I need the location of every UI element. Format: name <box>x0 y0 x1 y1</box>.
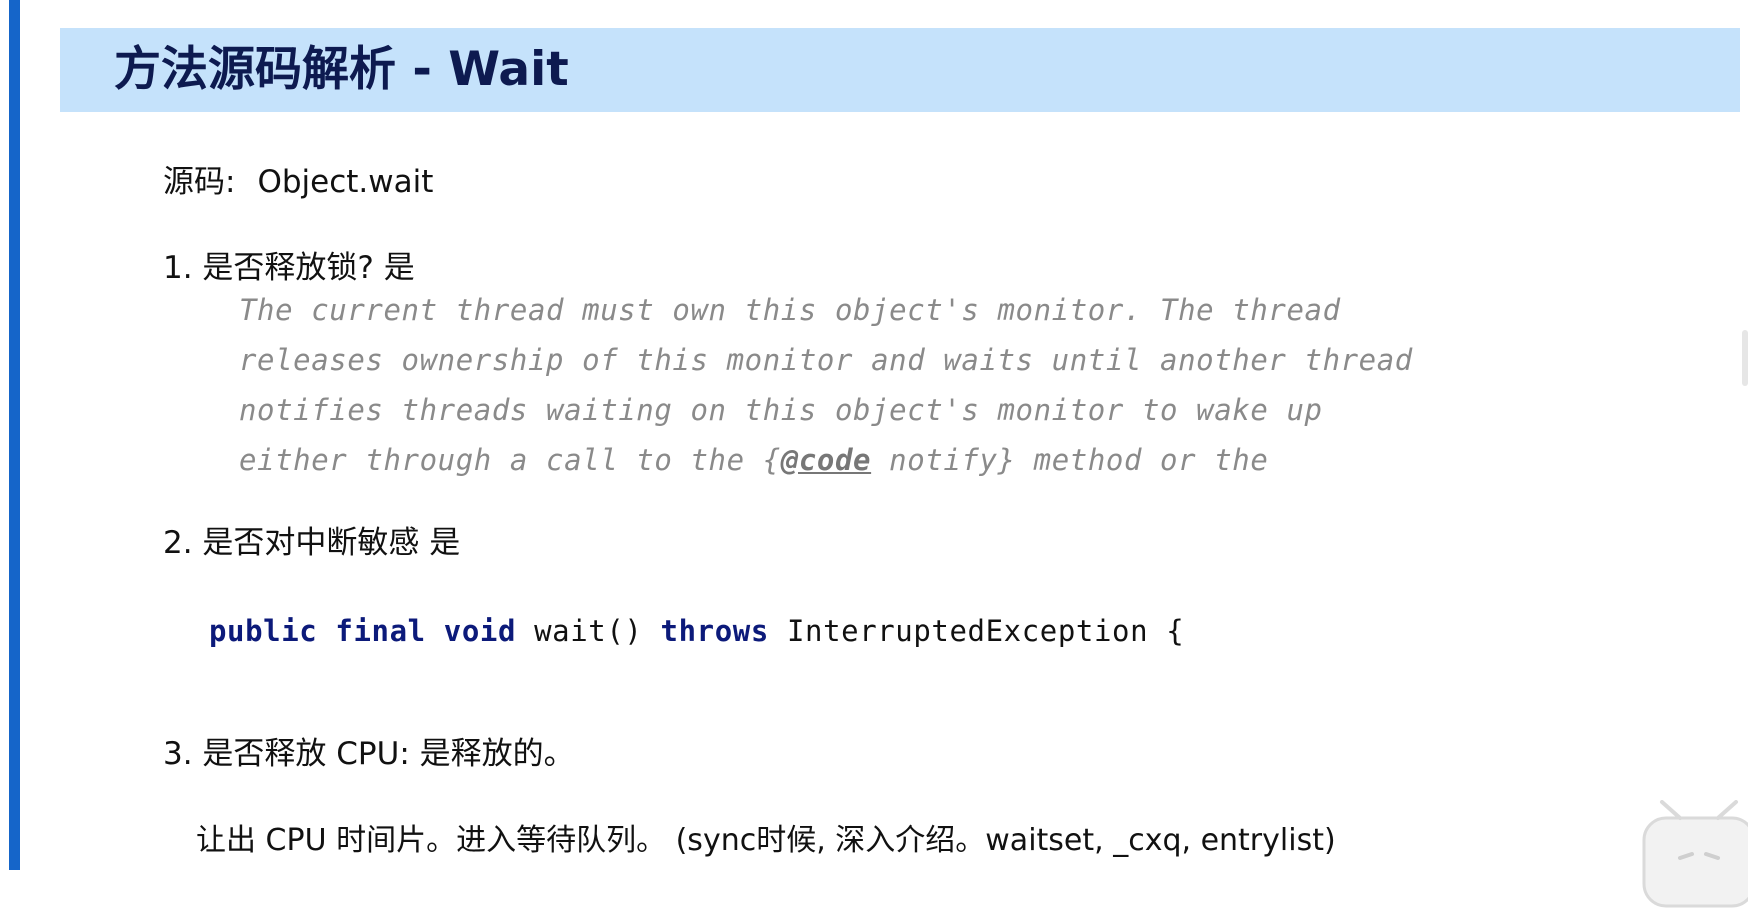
javadoc-code-tag: @code <box>780 443 872 477</box>
keyword-final: final <box>335 614 426 648</box>
javadoc-line: The current thread must own this object'… <box>239 293 1341 327</box>
javadoc-comment: The current thread must own this object'… <box>239 285 1413 485</box>
title-banner: 方法源码解析 - Wait <box>60 28 1740 112</box>
slide-title: 方法源码解析 - Wait <box>114 42 569 97</box>
cpu-detail-line: 让出 CPU 时间片。进入等待队列。 (sync时候, 深入介绍。waitset… <box>196 823 1336 858</box>
bilibili-tv-icon <box>1642 800 1748 908</box>
javadoc-line: releases ownership of this monitor and w… <box>239 343 1413 377</box>
left-accent-bar <box>9 0 20 870</box>
javadoc-text: either through a call to the { <box>239 443 781 477</box>
method-name: wait() <box>534 614 643 648</box>
javadoc-line: notifies threads waiting on this object'… <box>239 393 1323 427</box>
question-2-heading: 2. 是否对中断敏感 是 <box>163 525 461 561</box>
method-signature: public final void wait() throws Interrup… <box>209 614 1184 648</box>
javadoc-text: notify} method or the <box>871 443 1269 477</box>
source-line: 源码: Object.wait <box>163 156 433 201</box>
javadoc-line: either through a call to the {@code noti… <box>239 435 1413 485</box>
keyword-throws: throws <box>660 614 769 648</box>
source-value: Object.wait <box>257 164 434 200</box>
question-3-heading: 3. 是否释放 CPU: 是释放的。 <box>163 736 575 772</box>
exception-type: InterruptedException { <box>786 614 1185 648</box>
scrollbar-thumb[interactable] <box>1742 330 1748 386</box>
question-1-heading: 1. 是否释放锁? 是 <box>163 250 415 286</box>
source-label: 源码: <box>163 164 236 200</box>
keyword-void: void <box>443 614 517 648</box>
keyword-public: public <box>209 614 318 648</box>
